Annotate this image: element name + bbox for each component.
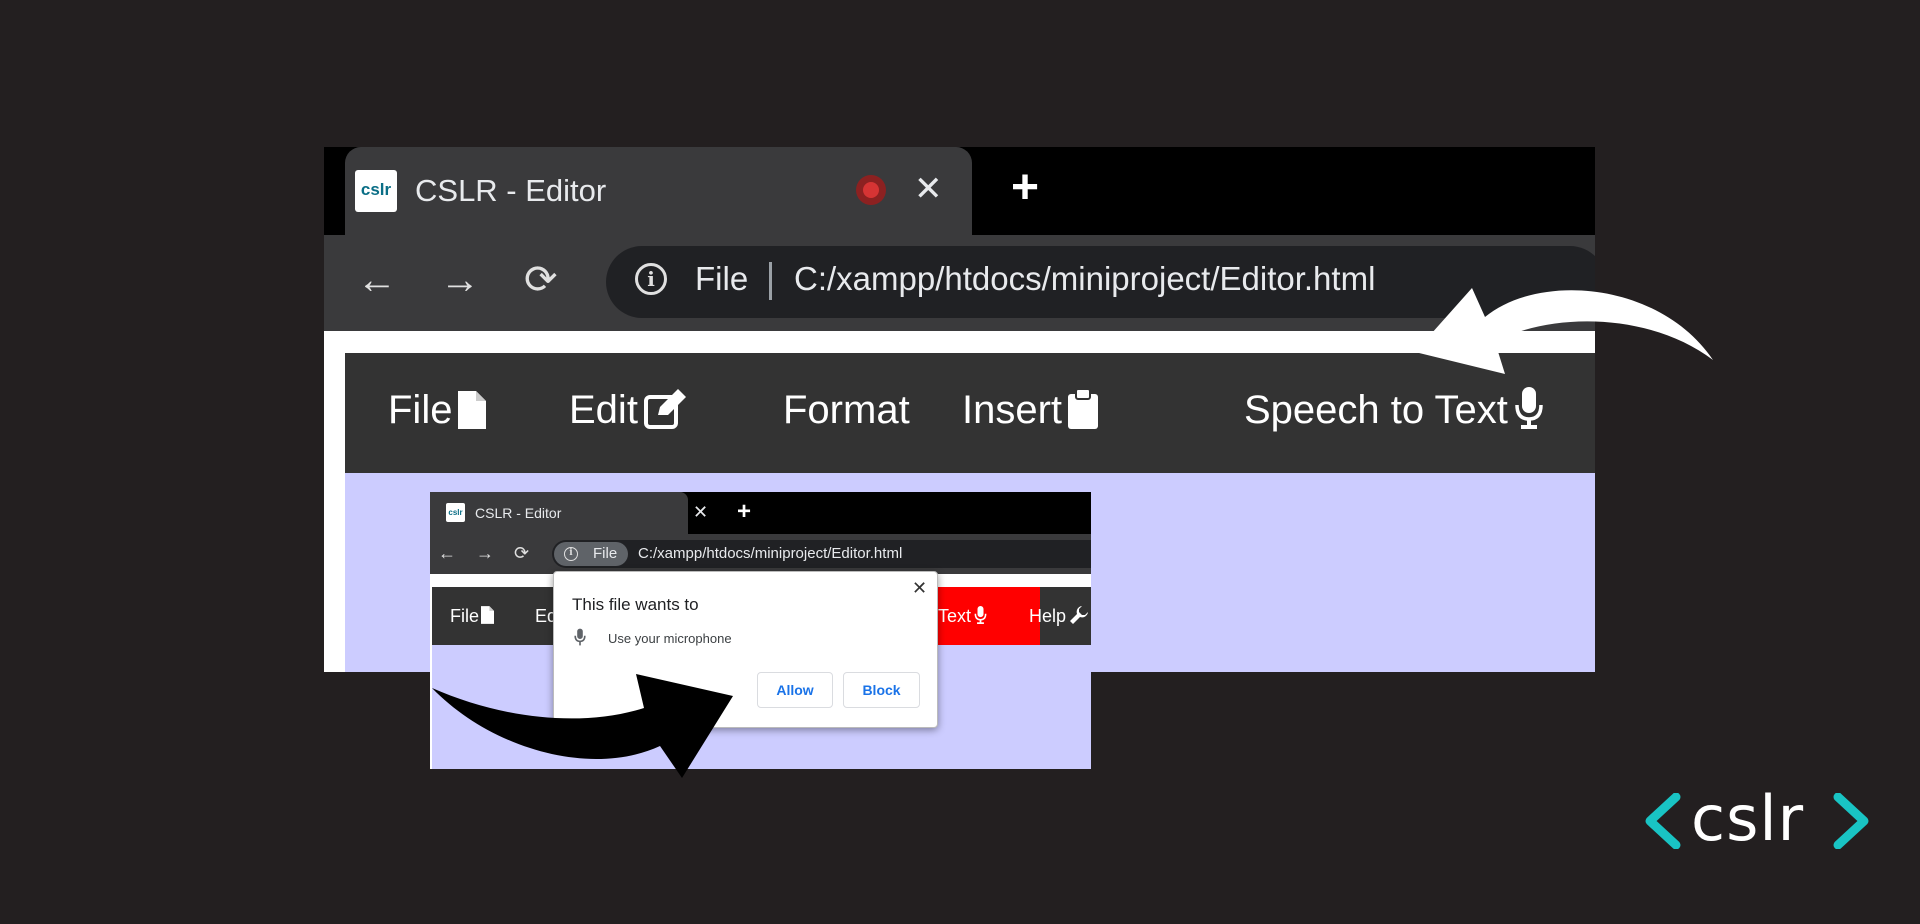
white-arrow-icon — [1415, 288, 1713, 374]
close-icon[interactable]: ✕ — [912, 578, 927, 598]
new-tab-button[interactable]: + — [737, 499, 751, 525]
right-chevron-icon — [1833, 793, 1869, 849]
favicon: cslr — [446, 503, 465, 522]
microphone-icon — [574, 628, 586, 646]
reload-icon[interactable]: ⟳ — [514, 541, 529, 565]
info-icon[interactable]: i — [564, 547, 578, 561]
menu-speech-label: Text — [938, 606, 972, 626]
reload-icon[interactable]: ⟳ — [524, 255, 558, 305]
record-icon — [856, 175, 886, 205]
menu-speech-label: Speech to Text — [1244, 388, 1508, 432]
new-tab-button[interactable]: + — [1011, 163, 1039, 213]
site-info-label[interactable]: File — [593, 545, 617, 563]
menu-file-label: File — [388, 388, 453, 432]
menu-file[interactable]: File — [388, 385, 487, 435]
menu-edit-label: Edit — [569, 388, 638, 432]
tab-title: CSLR - Editor — [415, 173, 607, 208]
back-icon[interactable]: ← — [357, 255, 397, 305]
back-icon[interactable]: ← — [438, 541, 456, 565]
forward-icon[interactable]: → — [476, 541, 494, 565]
microphone-icon — [974, 606, 987, 624]
logo-text: cslr — [1691, 782, 1805, 855]
close-icon[interactable]: ✕ — [914, 167, 943, 211]
microphone-icon — [1515, 387, 1543, 429]
url-text[interactable]: C:/xampp/htdocs/miniproject/Editor.html — [638, 545, 902, 563]
menu-file-label: File — [450, 606, 480, 626]
menu-help[interactable]: Help — [1029, 604, 1089, 628]
address-separator — [769, 262, 772, 300]
clipboard-icon — [1068, 388, 1099, 429]
menu-file[interactable]: File — [450, 604, 495, 628]
forward-icon[interactable]: → — [440, 255, 480, 305]
site-info-label[interactable]: File — [695, 259, 748, 299]
close-icon[interactable]: ✕ — [693, 501, 708, 523]
info-icon[interactable]: i — [635, 263, 667, 295]
file-icon — [458, 391, 487, 429]
file-icon — [481, 606, 495, 624]
menu-insert[interactable]: Insert — [962, 385, 1099, 435]
menu-format[interactable]: Format — [783, 385, 910, 435]
menu-edit[interactable]: Edit — [569, 385, 686, 435]
menu-speech-to-text[interactable]: Speech to Text — [1244, 385, 1544, 435]
edit-icon — [643, 389, 686, 429]
tab-title: CSLR - Editor — [475, 505, 562, 521]
wrench-icon — [1070, 606, 1089, 624]
block-button[interactable]: Block — [843, 672, 920, 708]
cslr-logo: cslr — [1644, 785, 1874, 855]
menu-insert-label: Insert — [962, 388, 1063, 432]
dialog-title: This file wants to — [572, 595, 699, 614]
allow-button[interactable]: Allow — [757, 672, 833, 708]
favicon: cslr — [355, 170, 397, 212]
permission-text: Use your microphone — [608, 631, 732, 646]
black-arrow-icon — [432, 674, 733, 778]
menu-speech-to-text[interactable]: Text — [938, 604, 987, 628]
menu-help-label: Help — [1029, 606, 1067, 626]
url-text[interactable]: C:/xampp/htdocs/miniproject/Editor.html — [794, 259, 1375, 299]
left-chevron-icon — [1645, 793, 1681, 849]
